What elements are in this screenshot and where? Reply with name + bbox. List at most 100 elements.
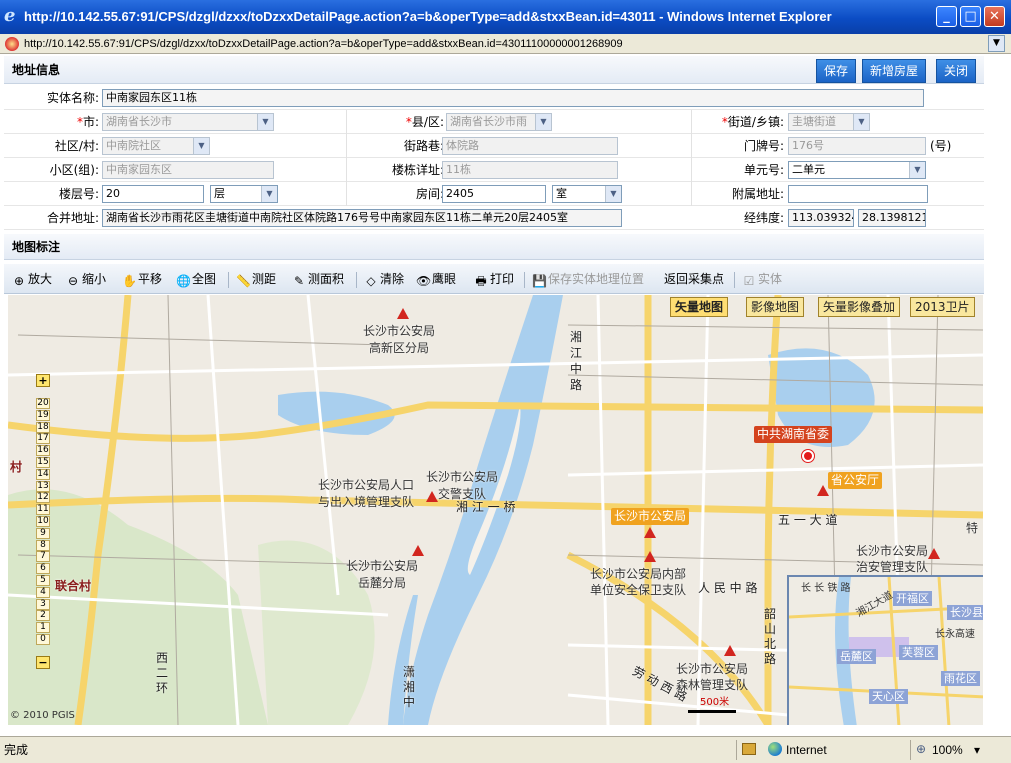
measure-distance-tool[interactable]: 📏测距 (236, 271, 276, 289)
back-collect-tool[interactable]: 返回采集点 (664, 271, 724, 289)
zoom-plus-button[interactable]: + (36, 374, 50, 387)
full-map-tool[interactable]: 🌐全图 (176, 271, 216, 289)
overview-tool[interactable]: 👁鹰眼 (416, 271, 456, 289)
highlight-city-police[interactable]: 长沙市公安局 (611, 508, 690, 525)
save-location-tool[interactable]: 💾保存实体地理位置 (532, 271, 644, 289)
poi-marker-icon[interactable] (412, 545, 424, 556)
community-select[interactable]: 中南院社区 ▼ (102, 137, 210, 155)
zoom-level-1[interactable]: 1 (36, 622, 50, 634)
entity-checkbox[interactable]: ☑ 实体 (742, 271, 782, 289)
merged-address-label: 合并地址: (46, 211, 99, 225)
map-canvas[interactable]: 矢量地图 影像地图 矢量影像叠加 2013卫片 + 20 19 18 17 16 15 14… (8, 295, 983, 725)
zoom-level-14[interactable]: 14 (36, 468, 50, 480)
entity-name-field[interactable]: 中南家园东区11栋 (102, 89, 924, 107)
maximize-button[interactable]: □ (960, 6, 981, 27)
zoom-level-19[interactable]: 19 (36, 409, 50, 421)
status-text: 完成 (4, 743, 29, 757)
poi-marker-icon[interactable] (817, 485, 829, 496)
zoom-level-18[interactable]: 18 (36, 421, 50, 433)
zoom-level-7[interactable]: 7 (36, 551, 50, 563)
room-field[interactable]: 2405 (442, 185, 546, 203)
zoom-in-tool[interactable]: ⊕ 放大 (12, 271, 52, 289)
unit-no-select[interactable]: 二单元 ▼ (788, 161, 926, 179)
zoom-level-0[interactable]: 0 (36, 634, 50, 645)
poi-marker-icon[interactable] (928, 548, 940, 559)
map-label-yuelu-branch: 长沙市公安局 岳麓分局 (346, 559, 419, 590)
zoom-level-20[interactable]: 20 (36, 398, 50, 409)
poi-marker-icon[interactable] (426, 491, 438, 502)
map-type-2013-satellite[interactable]: 2013卫片 (910, 297, 975, 317)
pan-tool[interactable]: ✋平移 (122, 271, 162, 289)
county-select[interactable]: 湖南省长沙市雨 ▼ (446, 113, 552, 131)
door-no-field[interactable]: 176号 (788, 137, 926, 155)
location-pin-icon[interactable] (802, 450, 814, 462)
floor-no-field[interactable]: 20 (102, 185, 204, 203)
print-tool[interactable]: 🖶 打印 (474, 271, 514, 289)
zoom-dropdown-icon[interactable]: ▾ (974, 743, 980, 757)
zoom-level-2[interactable]: 2 (36, 610, 50, 622)
minimize-button[interactable]: _ (936, 6, 957, 27)
add-house-button[interactable]: 新增房屋 (862, 59, 927, 83)
save-button[interactable]: 保存 (816, 59, 857, 83)
zoom-level-16[interactable]: 16 (36, 445, 50, 457)
measure-area-tool[interactable]: ✎ 测面积 (292, 271, 344, 289)
unit-no-label: 单元号: (743, 163, 784, 177)
zoom-out-tool[interactable]: ⊖ 缩小 (66, 271, 106, 289)
map-type-vector[interactable]: 矢量地图 (670, 297, 729, 317)
toolbar-divider (524, 272, 525, 288)
save-location-label: 保存实体地理位置 (548, 272, 645, 286)
overview-label-changtie: 长 长 铁 路 (801, 583, 851, 594)
address-bar: http://10.142.55.67:91/CPS/dzgl/dzxx/toD… (0, 34, 1011, 54)
building-detail-label: 楼栋详址: (391, 163, 444, 177)
map-label-internal-security: 长沙市公安局内部 单位安全保卫支队 (590, 567, 687, 597)
map-label-lianhe-village: 联合村 (55, 579, 92, 593)
highlight-provincial-police[interactable]: 省公安厅 (828, 472, 883, 489)
security-zone[interactable]: Internet (786, 743, 827, 757)
map-type-image[interactable]: 影像地图 (746, 297, 805, 317)
url-field[interactable]: http://10.142.55.67:91/CPS/dzgl/dzxx/toD… (24, 37, 623, 51)
map-type-overlay[interactable]: 矢量影像叠加 (818, 297, 901, 317)
building-detail-field[interactable]: 11栋 (442, 161, 618, 179)
close-window-button[interactable]: ✕ (984, 6, 1005, 27)
zoom-level-8[interactable]: 8 (36, 539, 50, 551)
zoom-level-17[interactable]: 17 (36, 433, 50, 445)
zoom-level[interactable]: 100% (932, 743, 963, 757)
site-favicon-icon (5, 37, 19, 51)
overview-map[interactable]: 开福区 长沙县 岳麓区 芙蓉区 雨花区 天心区 长永高速 长 长 铁 路 湘江大… (787, 575, 983, 725)
zoom-level-3[interactable]: 3 (36, 598, 50, 610)
door-no-unit: (号) (930, 139, 952, 153)
room-unit-select[interactable]: 室 ▼ (552, 185, 622, 203)
zoom-level-13[interactable]: 13 (36, 480, 50, 492)
ie-icon: e (4, 5, 16, 26)
address-dropdown-icon[interactable]: ▼ (988, 35, 1005, 52)
merged-address-field[interactable]: 湖南省长沙市雨花区圭塘街道中南院社区体院路176号号中南家园东区11栋二单元20… (102, 209, 622, 227)
poi-marker-icon[interactable] (397, 308, 409, 319)
city-select[interactable]: 湖南省长沙市 ▼ (102, 113, 274, 131)
highlight-provincial-committee[interactable]: 中共湖南省委 (754, 426, 833, 443)
zoom-level-12[interactable]: 12 (36, 492, 50, 504)
zoom-level-15[interactable]: 15 (36, 457, 50, 468)
floor-unit-select[interactable]: 层 ▼ (210, 185, 278, 203)
zoom-level-6[interactable]: 6 (36, 563, 50, 575)
zoom-level-4[interactable]: 4 (36, 586, 50, 598)
attached-address-field[interactable] (788, 185, 928, 203)
measure-distance-label: 测距 (252, 272, 277, 286)
zoom-minus-button[interactable]: − (36, 656, 50, 669)
zoom-level-11[interactable]: 11 (36, 504, 50, 516)
close-button[interactable]: 关闭 (936, 59, 977, 83)
poi-marker-icon[interactable] (644, 551, 656, 562)
street-town-select[interactable]: 圭塘街道 ▼ (788, 113, 870, 131)
toolbar-divider (356, 272, 357, 288)
protected-mode-icon[interactable] (742, 743, 756, 755)
zoom-level-10[interactable]: 10 (36, 516, 50, 527)
latitude-field[interactable]: 28.13981219 (858, 209, 926, 227)
street-lane-field[interactable]: 体院路 (442, 137, 618, 155)
zoom-level-5[interactable]: 5 (36, 575, 50, 586)
poi-marker-icon[interactable] (724, 645, 736, 656)
poi-marker-icon[interactable] (644, 527, 656, 538)
longitude-field[interactable]: 113.0393245 (788, 209, 854, 227)
status-divider (736, 740, 737, 760)
clear-tool[interactable]: ◇ 清除 (364, 271, 404, 289)
zoom-level-9[interactable]: 9 (36, 527, 50, 539)
sub-district-field[interactable]: 中南家园东区 (102, 161, 274, 179)
